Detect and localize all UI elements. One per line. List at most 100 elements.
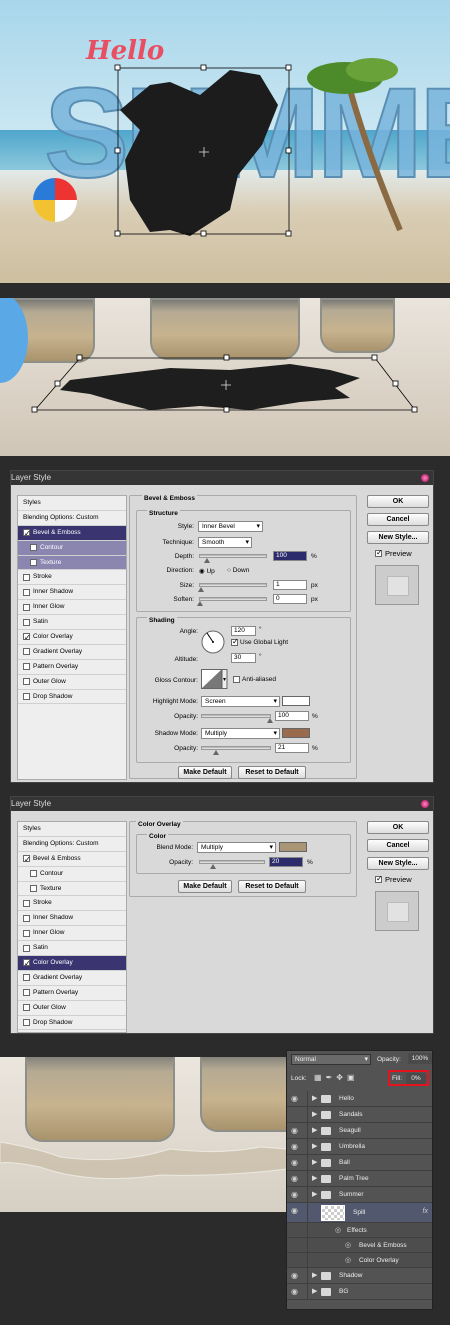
- style-select[interactable]: Inner Bevel: [198, 521, 263, 532]
- layer-row[interactable]: ◉ ▶ Palm Tree: [287, 1171, 432, 1187]
- opacity-slider-thumb[interactable]: [209, 864, 216, 869]
- soften-slider-thumb[interactable]: [197, 601, 203, 606]
- expand-arrow-icon[interactable]: ▶: [312, 1158, 317, 1166]
- visibility-toggle[interactable]: ◉: [287, 1284, 308, 1300]
- style-item-checkbox[interactable]: [23, 1019, 30, 1027]
- style-item[interactable]: Texture: [18, 555, 126, 571]
- style-item[interactable]: Inner Glow: [18, 926, 126, 942]
- lock-transparent-icon[interactable]: ▦: [314, 1073, 326, 1082]
- eye-icon[interactable]: ◉: [291, 1159, 302, 1167]
- style-item-checkbox[interactable]: [23, 914, 30, 922]
- style-item-checkbox[interactable]: [23, 631, 31, 645]
- blend-mode-select[interactable]: Multiply: [197, 842, 276, 853]
- style-item[interactable]: Inner Shadow: [18, 911, 126, 927]
- effect-eye-icon[interactable]: ◎: [345, 1256, 351, 1264]
- global-light-checkbox[interactable]: Use Global Light: [231, 637, 288, 646]
- layer-row[interactable]: ▶ Sandals: [287, 1107, 432, 1123]
- layer-row[interactable]: ◉ ▶ Ball: [287, 1155, 432, 1171]
- lock-image-icon[interactable]: ✒: [326, 1073, 337, 1082]
- style-item-checkbox[interactable]: [23, 663, 30, 671]
- opacity-input[interactable]: 20: [269, 857, 303, 867]
- highlight-opacity-thumb[interactable]: [267, 718, 273, 723]
- layer-thumbnail[interactable]: [321, 1205, 345, 1221]
- style-item[interactable]: Contour: [18, 867, 126, 882]
- shadow-mode-select[interactable]: Multiply: [201, 728, 280, 739]
- expand-arrow-icon[interactable]: ▶: [312, 1174, 317, 1182]
- style-item[interactable]: Blending Options: Custom: [18, 837, 126, 852]
- close-icon[interactable]: [421, 474, 429, 482]
- style-item-checkbox[interactable]: [23, 527, 31, 541]
- style-item-checkbox[interactable]: [30, 885, 37, 892]
- style-item[interactable]: Satin: [18, 615, 126, 631]
- spill-shape-perspective[interactable]: [60, 364, 360, 410]
- style-item-checkbox[interactable]: [23, 588, 30, 596]
- size-slider-thumb[interactable]: [197, 587, 204, 592]
- anti-aliased-check[interactable]: [233, 676, 240, 683]
- style-item[interactable]: Drop Shadow: [18, 690, 126, 705]
- style-item[interactable]: Bevel & Emboss: [18, 525, 126, 541]
- fill-input[interactable]: 0%: [406, 1073, 426, 1084]
- highlight-mode-select[interactable]: Screen: [201, 696, 280, 707]
- preview-checkbox[interactable]: Preview: [375, 874, 412, 884]
- style-item-checkbox[interactable]: [23, 603, 30, 611]
- style-item-checkbox[interactable]: [30, 559, 37, 566]
- eye-icon[interactable]: ◉: [291, 1127, 302, 1135]
- style-item[interactable]: Blending Options: Custom: [18, 511, 126, 526]
- direction-down-radio[interactable]: ○ Down: [227, 567, 249, 574]
- expand-arrow-icon[interactable]: ▶: [312, 1126, 317, 1134]
- lock-all-icon[interactable]: ▣: [347, 1073, 359, 1082]
- layer-row[interactable]: ◉ ▶ Umbrella: [287, 1139, 432, 1155]
- style-item-checkbox[interactable]: [23, 929, 30, 937]
- style-item[interactable]: Texture: [18, 882, 126, 897]
- style-item-checkbox[interactable]: [23, 899, 30, 907]
- ok-button[interactable]: OK: [367, 821, 429, 834]
- style-item[interactable]: Gradient Overlay: [18, 645, 126, 660]
- shadow-opacity-thumb[interactable]: [213, 750, 220, 755]
- soften-input[interactable]: 0: [273, 594, 307, 604]
- visibility-toggle[interactable]: ◉: [287, 1139, 308, 1155]
- spill-shape[interactable]: [120, 70, 278, 236]
- preview-check[interactable]: [375, 874, 383, 883]
- style-item-checkbox[interactable]: [23, 618, 30, 626]
- visibility-toggle[interactable]: ◉: [287, 1203, 308, 1223]
- style-item[interactable]: Gradient Overlay: [18, 971, 126, 986]
- gloss-contour-picker[interactable]: ▾: [201, 669, 228, 689]
- styles-header[interactable]: Styles: [18, 822, 126, 837]
- style-item-checkbox[interactable]: [23, 1004, 30, 1012]
- altitude-input[interactable]: 30: [231, 653, 256, 663]
- preview-check[interactable]: [375, 548, 383, 557]
- visibility-toggle[interactable]: ◉: [287, 1123, 308, 1139]
- expand-arrow-icon[interactable]: ▶: [312, 1271, 317, 1279]
- technique-select[interactable]: Smooth: [198, 537, 252, 548]
- cancel-button[interactable]: Cancel: [367, 513, 429, 526]
- expand-arrow-icon[interactable]: ▶: [312, 1110, 317, 1118]
- soften-slider[interactable]: [197, 597, 267, 606]
- layer-row[interactable]: ◉ ▶ Seagull: [287, 1123, 432, 1139]
- visibility-toggle[interactable]: ◉: [287, 1187, 308, 1203]
- angle-dial[interactable]: [201, 630, 225, 654]
- shadow-opacity-slider[interactable]: [201, 746, 271, 755]
- close-icon[interactable]: [421, 800, 429, 808]
- style-item-checkbox[interactable]: [23, 957, 31, 971]
- size-slider[interactable]: [197, 583, 267, 592]
- style-item-checkbox[interactable]: [23, 853, 31, 867]
- style-item-checkbox[interactable]: [23, 944, 30, 952]
- style-item-checkbox[interactable]: [23, 693, 30, 701]
- layer-row[interactable]: ◉ fx Spill: [287, 1203, 432, 1223]
- visibility-toggle[interactable]: [287, 1253, 308, 1268]
- style-item-checkbox[interactable]: [30, 870, 37, 878]
- style-item[interactable]: Color Overlay: [18, 956, 126, 971]
- cancel-button[interactable]: Cancel: [367, 839, 429, 852]
- style-item[interactable]: Satin: [18, 941, 126, 957]
- style-item[interactable]: Contour: [18, 540, 126, 556]
- visibility-toggle[interactable]: ◉: [287, 1091, 308, 1107]
- depth-input[interactable]: 100: [273, 551, 307, 561]
- layer-row[interactable]: ◉ ▶ Hello: [287, 1091, 432, 1107]
- make-default-button[interactable]: Make Default: [178, 880, 232, 893]
- layer-row[interactable]: ◉ ▶ Summer: [287, 1187, 432, 1203]
- highlight-opacity-slider[interactable]: [201, 714, 273, 723]
- opacity-slider[interactable]: [199, 860, 265, 869]
- lock-position-icon[interactable]: ✥: [336, 1073, 347, 1082]
- shadow-opacity-input[interactable]: 21: [275, 743, 309, 753]
- eye-icon[interactable]: ◉: [291, 1095, 302, 1103]
